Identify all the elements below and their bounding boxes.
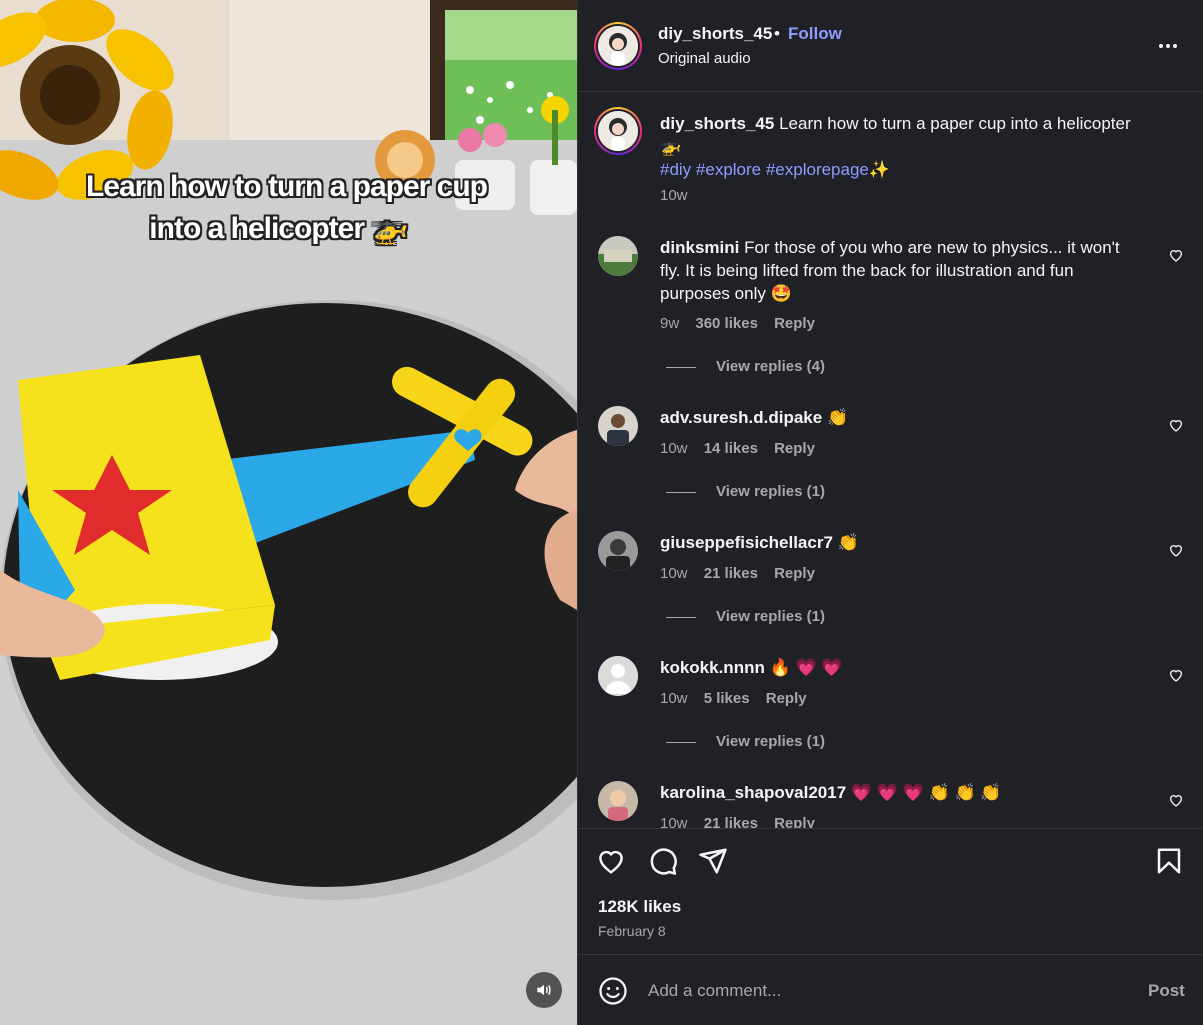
commenter-avatar[interactable]	[598, 781, 638, 821]
comment-likes[interactable]: 360 likes	[695, 315, 758, 332]
comment-likes[interactable]: 21 likes	[704, 815, 758, 828]
post-actions: 128K likes February 8	[578, 828, 1203, 968]
like-comment-heart-icon[interactable]	[1168, 417, 1184, 433]
save-bookmark-icon[interactable]	[1154, 846, 1184, 876]
caption-hashtags[interactable]: #diy #explore #explorepage✨	[660, 160, 890, 179]
commenter-avatar[interactable]	[598, 236, 638, 276]
commenter-avatar-image	[598, 781, 638, 821]
like-heart-icon[interactable]	[596, 846, 626, 876]
comment-text: 👏	[826, 408, 849, 427]
reply-button[interactable]: Reply	[774, 565, 815, 582]
caption-avatar-image	[598, 111, 638, 151]
commenter-avatar[interactable]	[598, 531, 638, 571]
comment-username[interactable]: karolina_shapoval2017	[660, 783, 846, 802]
commenter-avatar-image	[598, 531, 638, 571]
emoji-icon[interactable]	[598, 976, 628, 1006]
comment-likes[interactable]: 14 likes	[704, 440, 758, 457]
header-separator: •	[774, 24, 780, 43]
comment-time: 9w	[660, 315, 680, 332]
reply-button[interactable]: Reply	[774, 440, 815, 457]
comment-text: 🔥 💗 💗	[769, 658, 843, 677]
comment-bubble-icon[interactable]	[648, 846, 678, 876]
reply-button[interactable]: Reply	[766, 690, 807, 707]
caption-author-avatar[interactable]	[594, 107, 642, 155]
author-username[interactable]: diy_shorts_45	[658, 24, 772, 44]
post-header: diy_shorts_45 • Follow Original audio	[578, 0, 1203, 92]
reply-button[interactable]: Reply	[774, 815, 815, 828]
post-panel: diy_shorts_45 • Follow Original audio di…	[577, 0, 1203, 1025]
caption-username[interactable]: diy_shorts_45	[660, 114, 774, 133]
comment-username[interactable]: adv.suresh.d.dipake	[660, 408, 822, 427]
view-replies-button[interactable]: View replies (1)	[666, 733, 825, 750]
video-frame	[0, 0, 577, 1025]
commenter-avatar-image	[598, 406, 638, 446]
commenter-avatar[interactable]	[598, 406, 638, 446]
speaker-icon	[537, 984, 551, 996]
comment-time: 10w	[660, 565, 688, 582]
video-player[interactable]: Learn how to turn a paper cup into a hel…	[0, 0, 577, 1025]
view-replies-button[interactable]: View replies (1)	[666, 608, 825, 625]
comment-text: 💗 💗 💗 👏 👏 👏	[850, 783, 1002, 802]
view-replies-button[interactable]: View replies (4)	[666, 358, 825, 375]
view-replies-label: View replies (1)	[716, 733, 825, 750]
post-date: February 8	[598, 923, 666, 939]
comment-username[interactable]: giuseppefisichellacr7	[660, 533, 833, 552]
comment-time: 10w	[660, 440, 688, 457]
comment-username[interactable]: dinksmini	[660, 238, 739, 257]
audio-toggle-button[interactable]	[526, 972, 562, 1008]
default-avatar-icon	[598, 656, 638, 696]
share-send-icon[interactable]	[698, 846, 728, 876]
follow-button[interactable]: Follow	[788, 24, 842, 44]
view-replies-label: View replies (4)	[716, 358, 825, 375]
post-comment-button[interactable]: Post	[1148, 981, 1185, 1001]
like-comment-heart-icon[interactable]	[1168, 542, 1184, 558]
author-avatar[interactable]	[594, 22, 642, 70]
comment-time: 10w	[660, 815, 688, 828]
view-replies-label: View replies (1)	[716, 608, 825, 625]
likes-count[interactable]: 128K likes	[598, 897, 681, 917]
video-caption-line1: Learn how to turn a paper cup	[85, 170, 488, 203]
comment-text: 👏	[837, 533, 859, 552]
reply-button[interactable]: Reply	[774, 315, 815, 332]
more-options-icon[interactable]	[1156, 34, 1180, 58]
comment-likes[interactable]: 5 likes	[704, 690, 750, 707]
add-comment-bar: Post	[578, 954, 1203, 1025]
like-comment-heart-icon[interactable]	[1168, 247, 1184, 263]
add-comment-input[interactable]	[648, 979, 1128, 1003]
video-caption-line2: into a helicopter 🚁	[149, 212, 408, 245]
comment-time: 10w	[660, 690, 688, 707]
view-replies-button[interactable]: View replies (1)	[666, 483, 825, 500]
author-avatar-image	[598, 26, 638, 66]
comment-username[interactable]: kokokk.nnnn	[660, 658, 765, 677]
view-replies-label: View replies (1)	[716, 483, 825, 500]
comments-list[interactable]: diy_shorts_45 Learn how to turn a paper …	[578, 93, 1203, 828]
audio-label[interactable]: Original audio	[658, 50, 751, 67]
caption-time: 10w	[660, 187, 688, 204]
commenter-avatar-image	[598, 236, 638, 276]
like-comment-heart-icon[interactable]	[1168, 667, 1184, 683]
comment-likes[interactable]: 21 likes	[704, 565, 758, 582]
commenter-avatar[interactable]	[598, 656, 638, 696]
like-comment-heart-icon[interactable]	[1168, 792, 1184, 808]
